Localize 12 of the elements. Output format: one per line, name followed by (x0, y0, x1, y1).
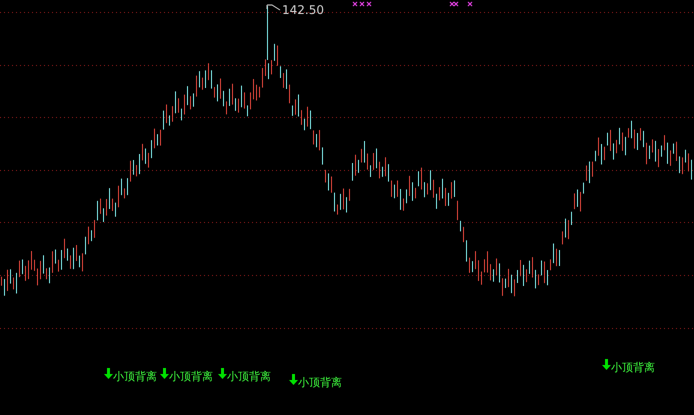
signal-label: 小顶背离 (227, 371, 271, 382)
signal-label: 小顶背离 (169, 371, 213, 382)
down-arrow-icon (218, 368, 227, 379)
flag-marker-icon (266, 4, 280, 10)
down-arrow-icon (160, 368, 169, 379)
signal-label: 小顶背离 (298, 377, 342, 388)
price-label: 142.50 (282, 4, 324, 16)
down-arrow-icon (104, 368, 113, 379)
down-arrow-icon (602, 359, 611, 370)
signal-label: 小顶背离 (611, 362, 655, 373)
signal-label: 小顶背离 (113, 371, 157, 382)
down-arrow-icon (289, 374, 298, 385)
